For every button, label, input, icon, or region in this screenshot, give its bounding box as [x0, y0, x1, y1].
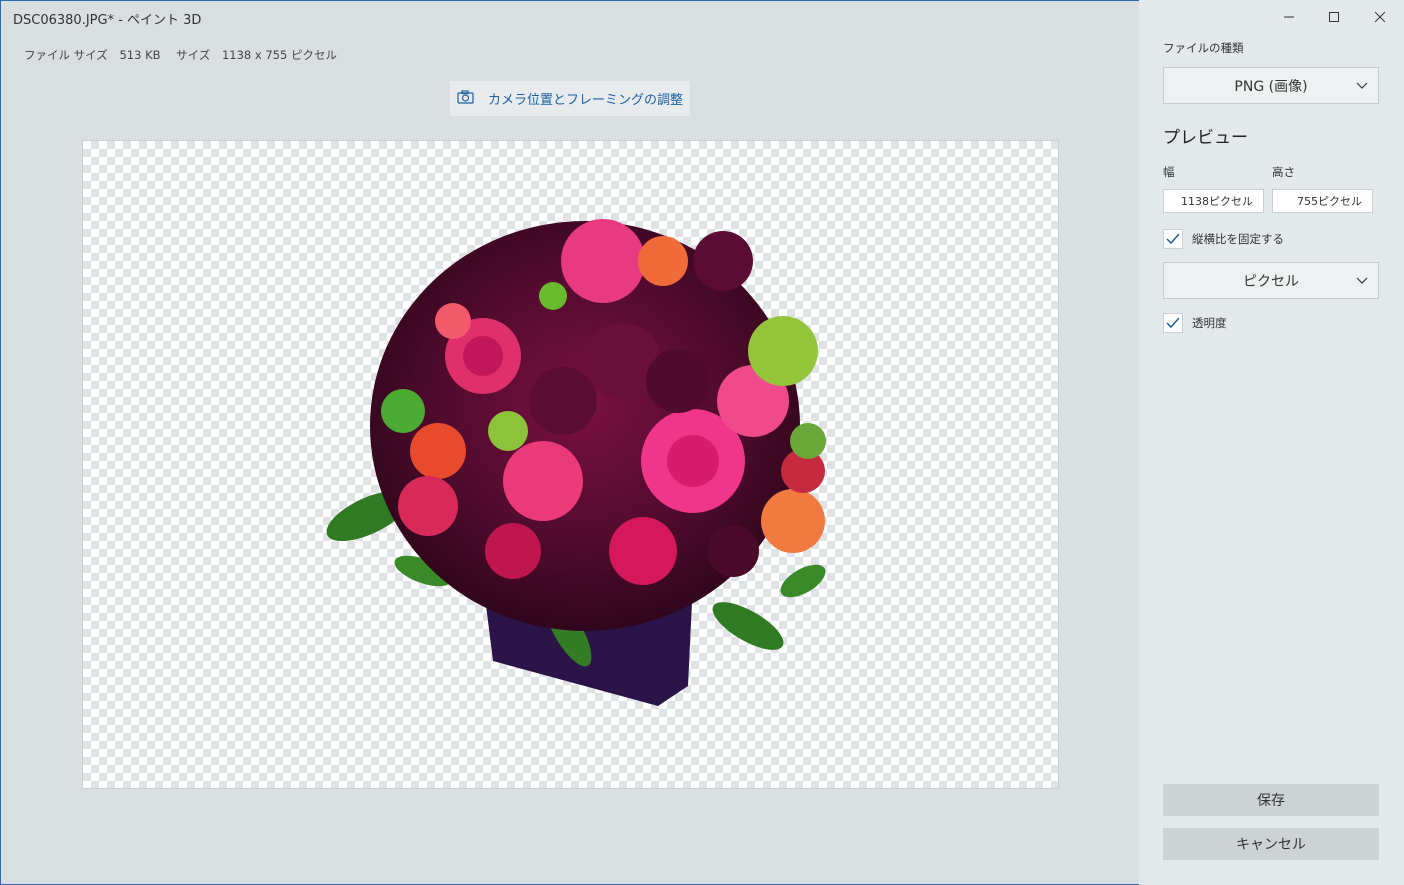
lock-aspect-checkbox[interactable] — [1163, 229, 1183, 249]
file-size-value: 513 KB — [119, 48, 161, 62]
camera-framing-button[interactable]: カメラ位置とフレーミングの調整 — [450, 81, 690, 116]
maximize-button[interactable] — [1319, 6, 1349, 28]
flower-bouquet-image — [326, 219, 826, 706]
transparency-label: 透明度 — [1192, 316, 1227, 330]
camera-framing-label: カメラ位置とフレーミングの調整 — [487, 93, 683, 108]
close-icon — [1374, 11, 1386, 23]
file-type-dropdown[interactable]: PNG (画像) — [1163, 67, 1379, 104]
transparency-row: 透明度 — [1163, 313, 1227, 333]
close-button[interactable] — [1365, 6, 1395, 28]
height-label: 高さ — [1272, 165, 1295, 179]
lock-aspect-row: 縦横比を固定する — [1163, 229, 1284, 249]
checkmark-icon — [1166, 233, 1180, 245]
preview-title: プレビュー — [1163, 128, 1248, 148]
image-canvas[interactable] — [82, 140, 1059, 789]
checkmark-icon — [1166, 317, 1180, 329]
width-label: 幅 — [1163, 165, 1175, 179]
minimize-button[interactable] — [1274, 6, 1304, 28]
save-options-panel: ファイルの種類 PNG (画像) プレビュー 幅 高さ 1138ピクセル 755… — [1139, 0, 1404, 885]
file-type-label: ファイルの種類 — [1163, 41, 1244, 55]
window-title: DSC06380.JPG* - ペイント 3D — [13, 13, 202, 28]
image-size-value: 1138 x 755 ピクセル — [221, 48, 337, 62]
camera-icon — [457, 89, 474, 108]
chevron-down-icon — [1356, 277, 1368, 284]
save-button[interactable]: 保存 — [1163, 784, 1379, 816]
image-size-label: サイズ — [176, 48, 211, 62]
transparency-checkbox[interactable] — [1163, 313, 1183, 333]
cancel-button[interactable]: キャンセル — [1163, 828, 1379, 860]
width-input[interactable]: 1138ピクセル — [1163, 189, 1264, 213]
minimize-icon — [1284, 16, 1294, 18]
maximize-icon — [1329, 12, 1339, 22]
file-size-label: ファイル サイズ — [24, 48, 108, 62]
chevron-down-icon — [1356, 82, 1368, 89]
file-type-value: PNG (画像) — [1234, 78, 1308, 95]
height-input[interactable]: 755ピクセル — [1272, 189, 1373, 213]
lock-aspect-label: 縦横比を固定する — [1192, 232, 1284, 246]
unit-dropdown[interactable]: ピクセル — [1163, 262, 1379, 299]
file-info: ファイル サイズ 513 KB サイズ 1138 x 755 ピクセル — [24, 47, 345, 63]
unit-value: ピクセル — [1243, 273, 1299, 290]
